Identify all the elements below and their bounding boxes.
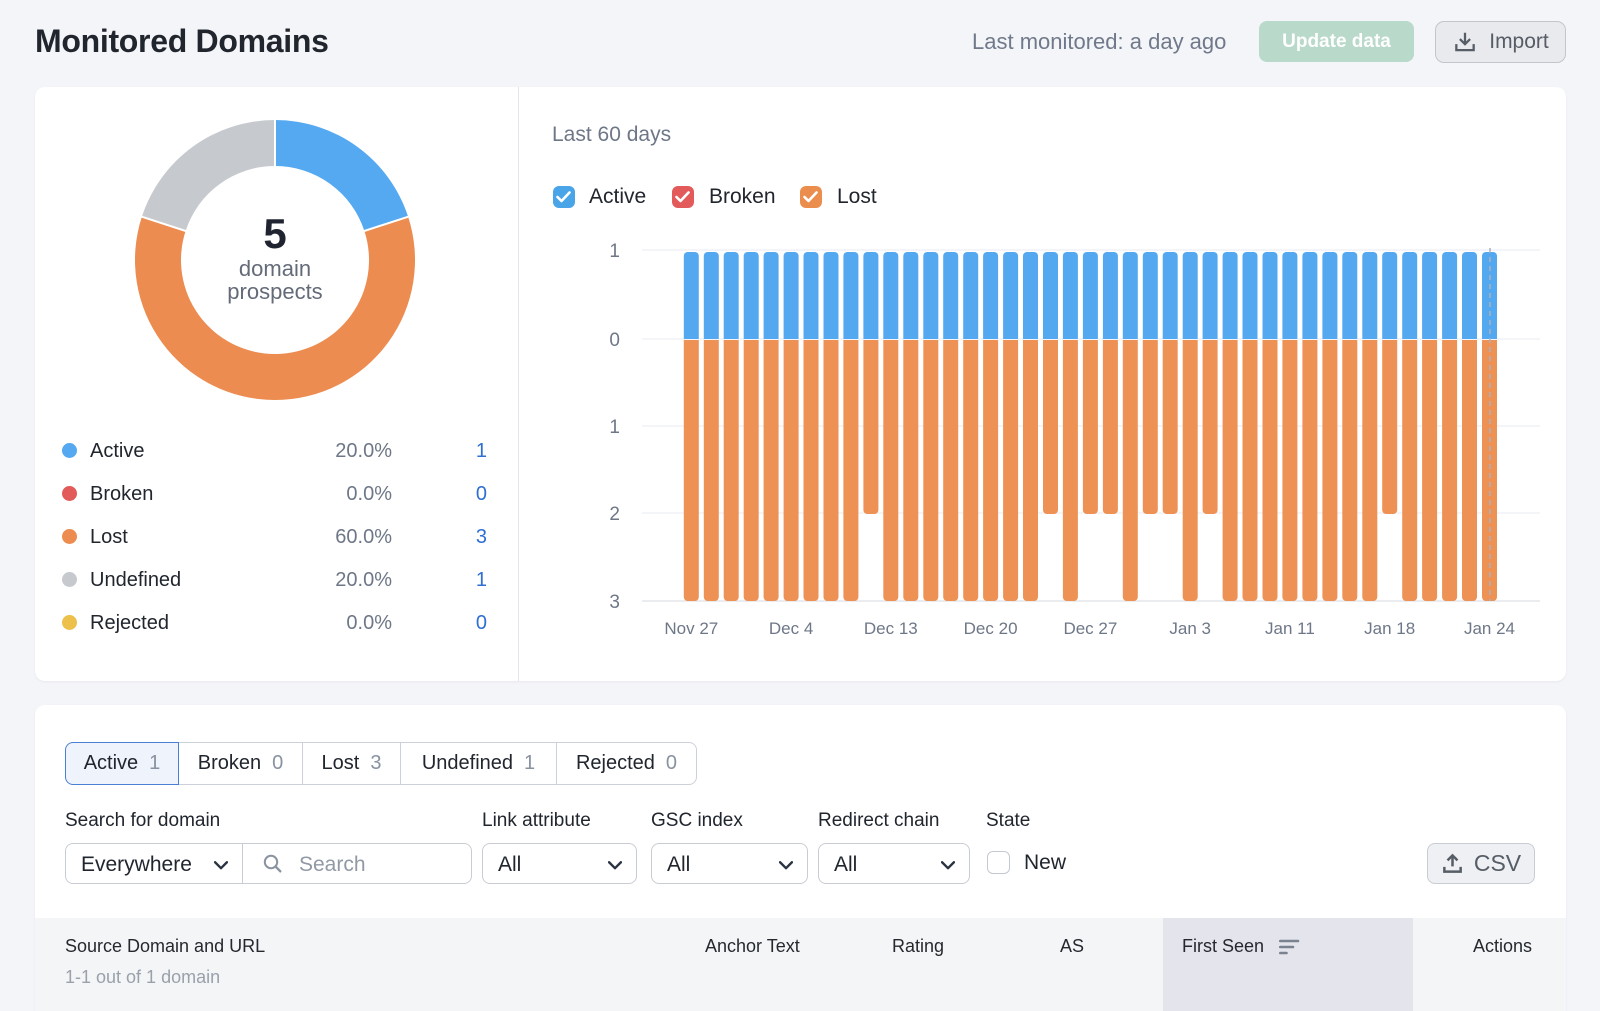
svg-text:Nov 27: Nov 27 (664, 619, 718, 638)
svg-text:Dec 13: Dec 13 (864, 619, 918, 638)
svg-text:Jan 18: Jan 18 (1364, 619, 1415, 638)
svg-text:2: 2 (609, 504, 620, 525)
svg-text:Jan 11: Jan 11 (1265, 619, 1315, 638)
svg-text:3: 3 (609, 592, 620, 613)
svg-text:1: 1 (609, 417, 620, 438)
svg-text:Jan 24: Jan 24 (1464, 619, 1515, 638)
svg-text:Dec 27: Dec 27 (1063, 619, 1117, 638)
svg-text:1: 1 (609, 241, 620, 262)
svg-text:Dec 20: Dec 20 (964, 619, 1018, 638)
svg-text:Jan 3: Jan 3 (1169, 619, 1211, 638)
svg-text:Dec 4: Dec 4 (769, 619, 813, 638)
svg-text:0: 0 (609, 330, 620, 351)
